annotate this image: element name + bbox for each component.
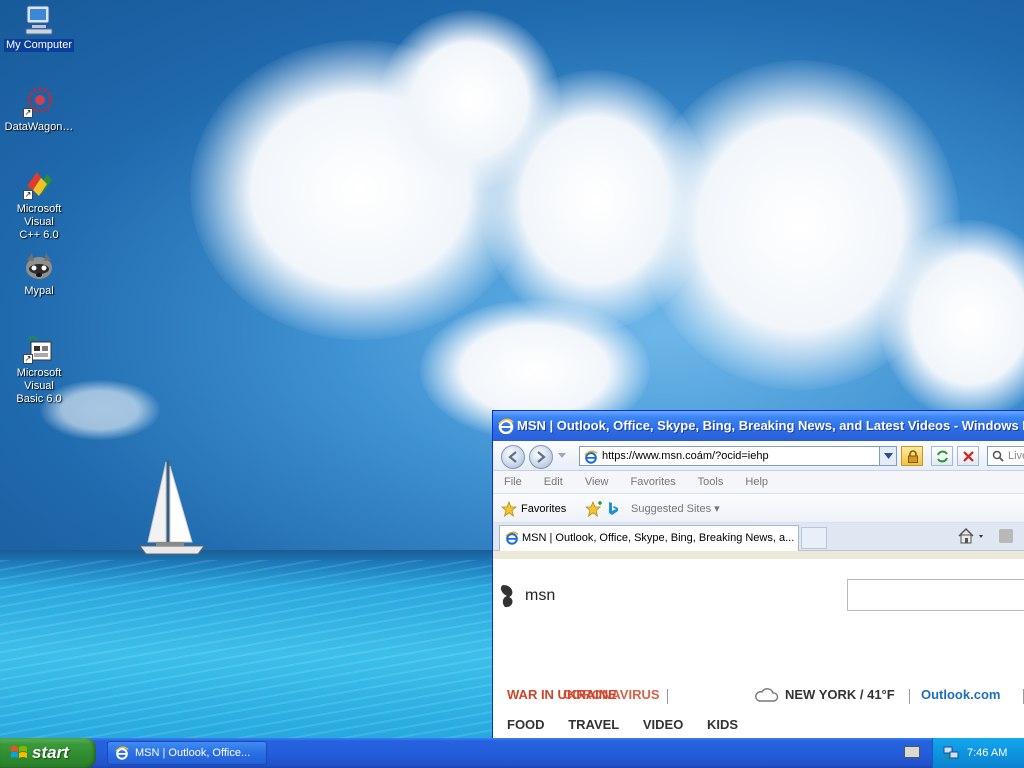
nav-travel[interactable]: TRAVEL <box>568 717 619 732</box>
datawagon-icon: ↗ <box>23 86 55 118</box>
clock[interactable]: 7:46 AM <box>967 747 1007 759</box>
ie-titlebar[interactable]: MSN | Outlook, Office, Skype, Bing, Brea… <box>493 411 1024 441</box>
menu-view[interactable]: View <box>585 476 609 488</box>
news-row: WAR IN UKRAINE CORONAVIRUS NEW YORK / 41… <box>507 687 1024 707</box>
category-nav: FOOD TRAVEL VIDEO KIDS <box>507 717 758 732</box>
desktop-icon-visual-basic[interactable]: ↗ Microsoft Visual Basic 6.0 <box>0 332 78 406</box>
desktop-icon-label-line1: Microsoft Visual <box>16 203 62 228</box>
favorites-button[interactable]: Favorites <box>501 501 566 517</box>
ie-page-icon <box>584 450 598 464</box>
system-tray: 7:46 AM <box>932 738 1024 768</box>
ie-page-icon <box>505 531 519 545</box>
mypal-icon <box>23 250 55 282</box>
nav-kids[interactable]: KIDS <box>707 717 738 732</box>
security-lock-button[interactable] <box>901 446 923 466</box>
visual-cpp-icon: ↗ <box>23 168 55 200</box>
desktop-icon-datawagon[interactable]: ↗ DataWagon… <box>0 86 78 134</box>
ie-window-title: MSN | Outlook, Office, Skype, Bing, Brea… <box>517 418 1024 433</box>
favorites-label: Favorites <box>521 503 567 515</box>
suggested-sites-button[interactable]: Suggested Sites ▾ <box>593 501 720 517</box>
desktop-icon-label-line1: Microsoft Visual <box>16 367 62 392</box>
ie-window[interactable]: MSN | Outlook, Office, Skype, Bing, Brea… <box>492 410 1024 741</box>
shortcut-arrow-icon: ↗ <box>23 190 33 200</box>
address-dropdown-button[interactable] <box>879 446 897 466</box>
ie-address-toolbar: https://www.msn.coám/?ocid=iehp Live <box>493 441 1024 471</box>
divider <box>667 689 668 704</box>
stop-button[interactable] <box>957 446 979 466</box>
taskbar-button-label: MSN | Outlook, Office... <box>135 747 251 759</box>
desktop-icon-my-computer[interactable]: My Computer <box>0 4 78 52</box>
desktop-icon-label-line2: C++ 6.0 <box>19 229 59 241</box>
cloud-icon <box>755 688 779 702</box>
back-button[interactable] <box>501 445 525 469</box>
favorites-star-icon <box>501 501 517 517</box>
start-label: start <box>32 743 69 762</box>
ie-tab-bar: MSN | Outlook, Office, Skype, Bing, Brea… <box>493 523 1024 551</box>
start-button[interactable]: start <box>0 738 96 768</box>
tab-title: MSN | Outlook, Office, Skype, Bing, Brea… <box>522 532 795 544</box>
ie-menubar: File Edit View Favorites Tools Help <box>493 471 1024 493</box>
shortcut-arrow-icon: ↗ <box>23 108 33 118</box>
search-placeholder: Live <box>1008 450 1024 462</box>
menu-help[interactable]: Help <box>745 476 768 488</box>
desktop-icon-label-line2: Basic 6.0 <box>16 393 62 405</box>
home-icon[interactable] <box>957 527 985 545</box>
windows-flag-icon <box>11 746 27 758</box>
suggested-sites-label: Suggested Sites ▾ <box>631 503 720 515</box>
lock-icon <box>908 450 918 463</box>
tab-msn[interactable]: MSN | Outlook, Office, Skype, Bing, Brea… <box>499 525 799 551</box>
nav-food[interactable]: FOOD <box>507 717 545 732</box>
outlook-link[interactable]: Outlook.com <box>921 687 1000 702</box>
page-content: msn WAR IN UKRAINE CORONAVIRUS NEW YORK … <box>493 559 1024 741</box>
menu-file[interactable]: File <box>504 476 522 488</box>
desktop-icon-label: My Computer <box>3 39 75 52</box>
msn-search-input[interactable] <box>847 579 1024 611</box>
weather-link[interactable]: NEW YORK / 41°F <box>753 687 895 702</box>
msn-butterfly-icon <box>500 585 513 608</box>
chevron-down-icon <box>884 453 893 459</box>
menu-tools[interactable]: Tools <box>698 476 724 488</box>
desktop-icon-mypal[interactable]: Mypal <box>0 250 78 298</box>
desktop-icon-label: DataWagon… <box>4 121 74 133</box>
msn-logo-text: msn <box>525 587 556 604</box>
feeds-icon[interactable] <box>999 529 1013 543</box>
menu-favorites[interactable]: Favorites <box>631 476 676 488</box>
divider <box>909 689 910 704</box>
desktop-icon-label: Mypal <box>24 285 54 297</box>
keyboard-icon[interactable] <box>904 746 920 758</box>
address-url: https://www.msn.coám/?ocid=iehp <box>602 450 769 462</box>
address-bar[interactable]: https://www.msn.coám/?ocid=iehp <box>579 446 897 466</box>
visual-basic-icon: ↗ <box>23 332 55 364</box>
taskbar-button-ie[interactable]: MSN | Outlook, Office... <box>107 741 267 765</box>
nav-video[interactable]: VIDEO <box>643 717 683 732</box>
refresh-button[interactable] <box>931 446 953 466</box>
desktop-icon-visual-cpp[interactable]: ↗ Microsoft Visual C++ 6.0 <box>0 168 78 242</box>
sailboat-icon <box>139 460 205 555</box>
ie-favorites-bar: Favorites Suggested Sites ▾ <box>493 493 1024 523</box>
taskbar: start MSN | Outlook, Office... 7:46 AM <box>0 738 1024 768</box>
menu-edit[interactable]: Edit <box>544 476 563 488</box>
bing-icon <box>609 502 618 515</box>
weather-text: NEW YORK / 41°F <box>785 687 895 702</box>
refresh-icon <box>937 450 948 463</box>
shortcut-arrow-icon: ↗ <box>23 354 33 364</box>
search-input[interactable]: Live <box>987 446 1024 466</box>
ie-logo-icon <box>498 418 514 434</box>
forward-button[interactable] <box>529 445 553 469</box>
msn-logo[interactable]: msn <box>499 581 555 611</box>
my-computer-icon <box>23 4 55 36</box>
back-arrow-icon <box>508 451 517 463</box>
breaking-link-coronavirus[interactable]: CORONAVIRUS <box>563 687 660 702</box>
search-icon <box>992 450 1004 462</box>
history-dropdown-icon[interactable] <box>558 453 566 459</box>
network-icon[interactable] <box>943 746 959 760</box>
close-icon <box>963 451 974 462</box>
forward-arrow-icon <box>537 451 546 463</box>
ie-logo-icon <box>115 746 129 760</box>
new-tab-button[interactable] <box>801 527 827 549</box>
